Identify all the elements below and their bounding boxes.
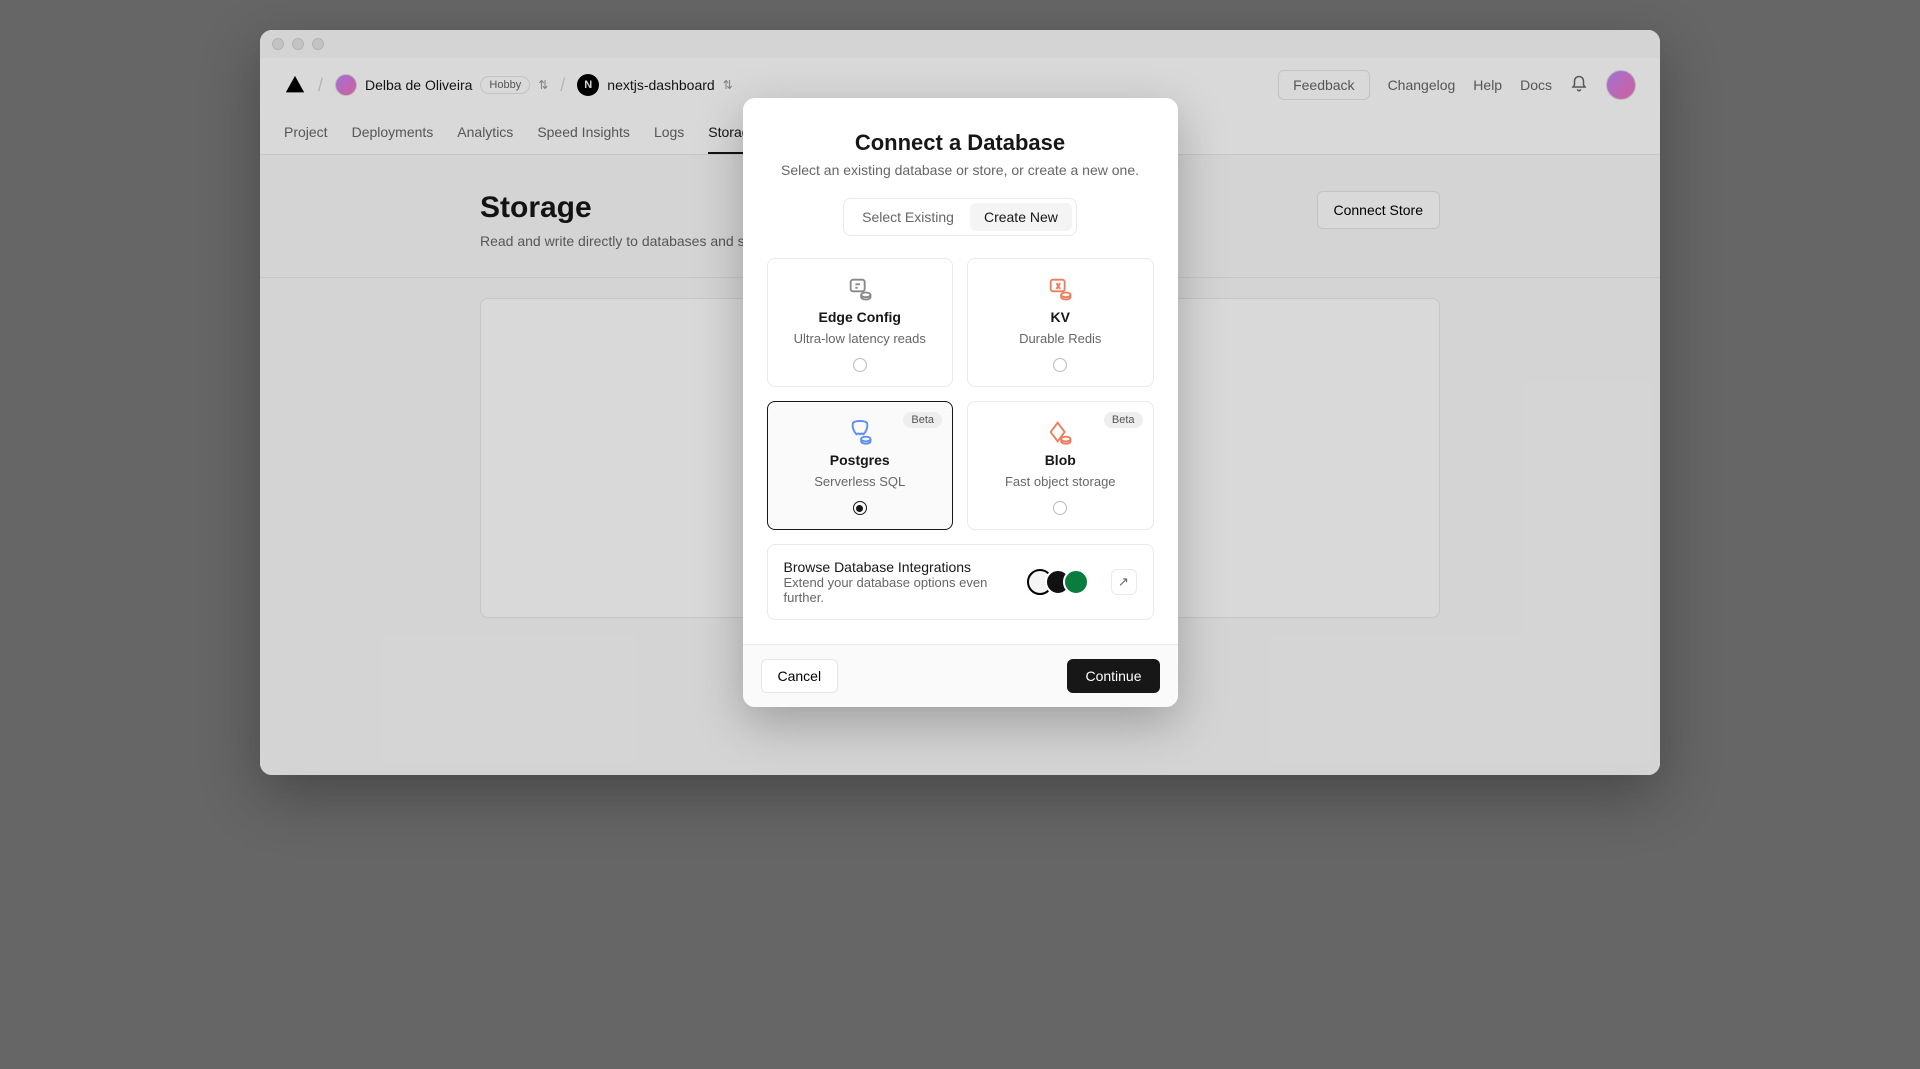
- card-kv[interactable]: KV Durable Redis: [967, 258, 1154, 387]
- cancel-button[interactable]: Cancel: [761, 659, 839, 693]
- card-blob[interactable]: Beta Blob Fast object storage: [967, 401, 1154, 530]
- blob-icon: [1046, 418, 1074, 446]
- kv-icon: [1046, 275, 1074, 303]
- browse-integrations-row[interactable]: Browse Database Integrations Extend your…: [767, 544, 1154, 620]
- card-title: Blob: [1045, 452, 1076, 468]
- beta-badge: Beta: [1104, 412, 1143, 428]
- radio-edge-config[interactable]: [853, 358, 867, 372]
- external-link-icon[interactable]: ↗: [1111, 569, 1137, 595]
- radio-blob[interactable]: [1053, 501, 1067, 515]
- seg-select-existing[interactable]: Select Existing: [848, 203, 968, 231]
- card-title: KV: [1051, 309, 1070, 325]
- postgres-icon: [846, 418, 874, 446]
- edge-config-icon: [846, 275, 874, 303]
- modal-body: Connect a Database Select an existing da…: [743, 98, 1178, 644]
- integration-logo-icon: [1063, 569, 1089, 595]
- integration-logos: [1027, 569, 1089, 595]
- modal-title: Connect a Database: [767, 130, 1154, 156]
- card-desc: Fast object storage: [1005, 474, 1116, 489]
- browse-desc: Extend your database options even furthe…: [784, 575, 1015, 605]
- radio-postgres[interactable]: [853, 501, 867, 515]
- modal-subtitle: Select an existing database or store, or…: [767, 162, 1154, 178]
- radio-kv[interactable]: [1053, 358, 1067, 372]
- continue-button[interactable]: Continue: [1067, 659, 1159, 693]
- connect-database-modal: Connect a Database Select an existing da…: [743, 98, 1178, 707]
- card-postgres[interactable]: Beta Postgres Serverless SQL: [767, 401, 954, 530]
- card-title: Postgres: [830, 452, 890, 468]
- card-title: Edge Config: [819, 309, 901, 325]
- card-edge-config[interactable]: Edge Config Ultra-low latency reads: [767, 258, 954, 387]
- card-desc: Ultra-low latency reads: [794, 331, 926, 346]
- app-window: / Delba de Oliveira Hobby ⇅ / N nextjs-d…: [260, 30, 1660, 775]
- beta-badge: Beta: [903, 412, 942, 428]
- card-desc: Durable Redis: [1019, 331, 1101, 346]
- browse-title: Browse Database Integrations: [784, 559, 1015, 575]
- segmented-control: Select Existing Create New: [767, 198, 1154, 236]
- seg-create-new[interactable]: Create New: [970, 203, 1072, 231]
- modal-footer: Cancel Continue: [743, 644, 1178, 707]
- card-desc: Serverless SQL: [814, 474, 905, 489]
- modal-overlay[interactable]: Connect a Database Select an existing da…: [260, 30, 1660, 775]
- database-options-grid: Edge Config Ultra-low latency reads KV D…: [767, 258, 1154, 530]
